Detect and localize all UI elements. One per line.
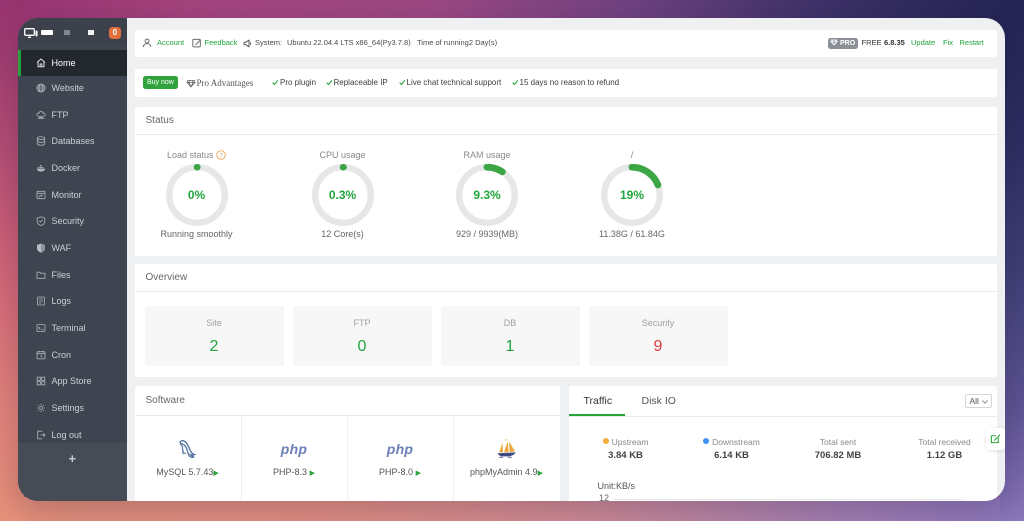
- svg-text:?: ?: [219, 152, 223, 159]
